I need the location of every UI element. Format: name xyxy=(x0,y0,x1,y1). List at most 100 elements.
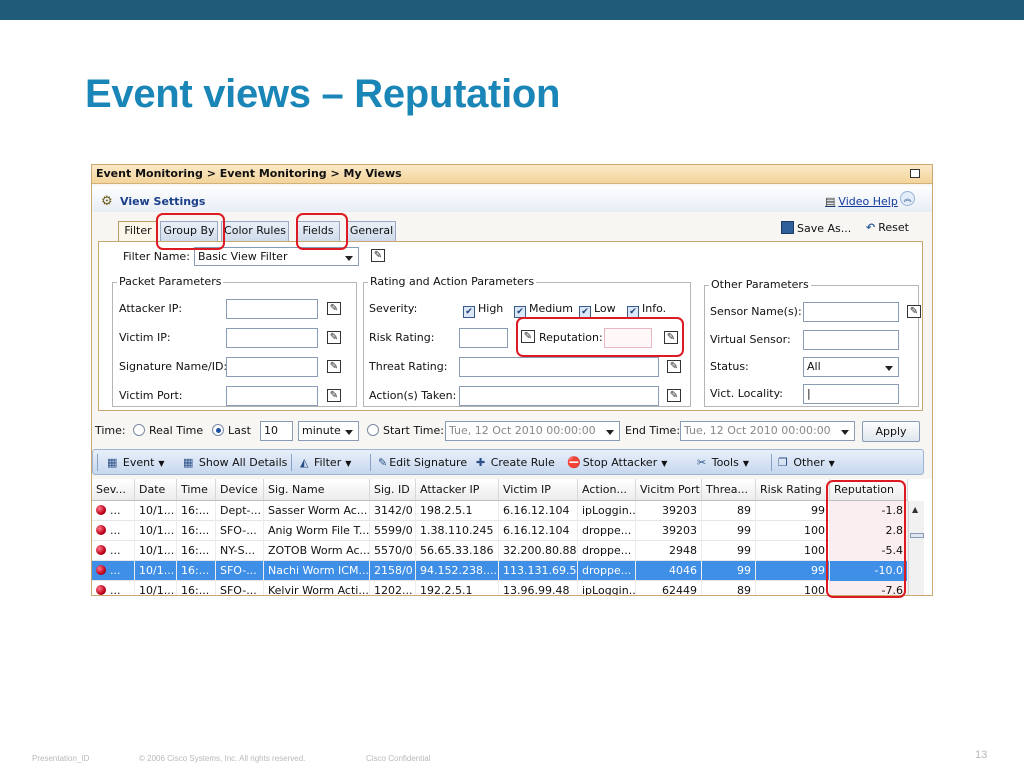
create-rule-button[interactable]: ✚ Create Rule xyxy=(476,456,555,469)
last-value-input[interactable]: 10 xyxy=(260,421,293,441)
tools-menu[interactable]: ✂ Tools ▼ xyxy=(697,456,749,469)
column-header-time[interactable]: Time xyxy=(177,479,216,501)
film-icon: ▤ xyxy=(825,195,836,208)
tab-color-rules[interactable]: Color Rules xyxy=(221,221,289,241)
column-header-date[interactable]: Date xyxy=(135,479,177,501)
table-row[interactable]: ... 10/1... 16:... SFO-... Anig Worm Fil… xyxy=(92,521,910,541)
highlight-reputation-column xyxy=(826,480,906,598)
column-header-attacker-ip[interactable]: Attacker IP xyxy=(416,479,499,501)
highlight-group-by-tab xyxy=(156,213,225,250)
view-settings-header: ⚙ View Settings ▤ Video Help ︽ xyxy=(92,186,932,212)
column-header-action[interactable]: Action... xyxy=(578,479,636,501)
time-bar: Time: Real Time Last 10 minute Start Tim… xyxy=(92,419,932,443)
victim-ip-cell: 113.131.69.5 xyxy=(499,561,578,581)
victim-port-input[interactable] xyxy=(226,386,318,406)
sensor-names-input[interactable] xyxy=(803,302,899,322)
risk-rating-input[interactable] xyxy=(459,328,508,348)
start-time-radio[interactable]: Start Time: xyxy=(367,424,444,437)
stop-attacker-menu[interactable]: ⛔ Stop Attacker ▼ xyxy=(567,456,667,469)
edit-sensor-names-icon[interactable]: ✎ xyxy=(907,305,921,318)
video-help-link[interactable]: ▤ Video Help xyxy=(825,195,898,208)
edit-signature-icon[interactable]: ✎ xyxy=(327,360,341,373)
signature-input[interactable] xyxy=(226,357,318,377)
risk-rating-cell: 100 xyxy=(756,541,830,561)
column-header-sig-name[interactable]: Sig. Name xyxy=(264,479,370,501)
column-header-device[interactable]: Device xyxy=(216,479,264,501)
footer-presentation-id: Presentation_ID xyxy=(32,754,90,763)
severity-low-checkbox[interactable]: ✔ Low xyxy=(579,302,616,318)
other-menu[interactable]: ❐ Other ▼ xyxy=(778,456,835,469)
tab-filter[interactable]: Filter xyxy=(118,221,158,242)
radio-icon xyxy=(367,424,379,436)
edit-victim-ip-icon[interactable]: ✎ xyxy=(327,331,341,344)
column-header-sig-id[interactable]: Sig. ID xyxy=(370,479,416,501)
sig-name-cell: Sasser Worm Ac... xyxy=(264,501,370,521)
threat-rating-input[interactable] xyxy=(459,357,659,377)
packet-parameters-title: Packet Parameters xyxy=(117,275,224,288)
table-row-selected[interactable]: ... 10/1... 16:... SFO-... Nachi Worm IC… xyxy=(92,561,910,581)
scroll-up-arrow-icon[interactable]: ▲ xyxy=(912,505,918,514)
collapse-icon[interactable]: ︽ xyxy=(900,191,915,206)
column-header-risk-rating[interactable]: Risk Rating xyxy=(756,479,830,501)
tab-general[interactable]: General xyxy=(347,221,396,241)
column-header-victim-port[interactable]: Vicitm Port xyxy=(636,479,702,501)
start-time-input[interactable]: Tue, 12 Oct 2010 00:00:00 xyxy=(445,421,620,441)
victim-ip-cell: 13.96.99.48 xyxy=(499,581,578,595)
edit-attacker-ip-icon[interactable]: ✎ xyxy=(327,302,341,315)
save-as-button[interactable]: Save As... xyxy=(781,221,851,235)
attacker-ip-input[interactable] xyxy=(226,299,318,319)
risk-rating-label: Risk Rating: xyxy=(369,331,435,344)
floppy-disk-icon xyxy=(781,221,794,234)
column-header-victim-ip[interactable]: Victim IP xyxy=(499,479,578,501)
vict-locality-input[interactable]: | xyxy=(803,384,899,404)
edit-signature-button[interactable]: ✎ Edit Signature xyxy=(378,456,467,469)
severity-medium-checkbox[interactable]: ✔ Medium xyxy=(514,302,573,318)
column-header-severity[interactable]: Sev... xyxy=(92,479,135,501)
attacker-ip-cell: 1.38.110.245 xyxy=(416,521,499,541)
virtual-sensor-input[interactable] xyxy=(803,330,899,350)
end-time-input[interactable]: Tue, 12 Oct 2010 00:00:00 xyxy=(680,421,855,441)
date-cell: 10/1... xyxy=(135,521,177,541)
table-row[interactable]: ... 10/1... 16:... SFO-... Kelvir Worm A… xyxy=(92,581,910,595)
column-header-threat[interactable]: Threa... xyxy=(702,479,756,501)
severity-value: ... xyxy=(110,504,121,517)
edit-actions-taken-icon[interactable]: ✎ xyxy=(667,389,681,402)
event-menu[interactable]: ▦ Event ▼ xyxy=(107,456,165,469)
status-dropdown[interactable]: All xyxy=(803,357,899,377)
edit-threat-rating-icon[interactable]: ✎ xyxy=(667,360,681,373)
edit-filter-name-icon[interactable]: ✎ xyxy=(371,249,385,262)
severity-info-checkbox[interactable]: ✔ Info. xyxy=(627,302,666,318)
checkmark-icon: ✔ xyxy=(463,306,475,318)
show-all-details-button[interactable]: ▦ Show All Details xyxy=(183,456,287,469)
reset-button[interactable]: ↶ Reset xyxy=(866,221,909,234)
threat-cell: 89 xyxy=(702,501,756,521)
event-toolbar: ▦ Event ▼ ▦ Show All Details ◭ Filter ▼ ✎ E… xyxy=(92,449,924,475)
real-time-radio[interactable]: Real Time xyxy=(133,424,203,437)
footer-confidential: Cisco Confidential xyxy=(366,754,431,763)
date-cell: 10/1... xyxy=(135,561,177,581)
table-scrollbar[interactable]: ▲ xyxy=(908,501,924,595)
severity-cell: ... xyxy=(92,561,135,581)
filter-menu[interactable]: ◭ Filter ▼ xyxy=(300,456,351,469)
victim-ip-input[interactable] xyxy=(226,328,318,348)
actions-taken-input[interactable] xyxy=(459,386,659,406)
apply-button[interactable]: Apply xyxy=(862,421,920,442)
last-radio[interactable]: Last xyxy=(212,424,251,437)
slide-title: Event views – Reputation xyxy=(85,72,561,116)
action-cell: ipLoggin... xyxy=(578,501,636,521)
edit-victim-port-icon[interactable]: ✎ xyxy=(327,389,341,402)
stop-attacker-label: Stop Attacker xyxy=(582,456,658,469)
date-cell: 10/1... xyxy=(135,501,177,521)
video-help-label: Video Help xyxy=(838,195,898,208)
high-severity-icon xyxy=(96,525,106,535)
severity-high-checkbox[interactable]: ✔ High xyxy=(463,302,503,318)
table-row[interactable]: ... 10/1... 16:... Dept-... Sasser Worm … xyxy=(92,501,910,521)
table-row[interactable]: ... 10/1... 16:... NY-S... ZOTOB Worm Ac… xyxy=(92,541,910,561)
high-severity-icon xyxy=(96,565,106,575)
device-cell: SFO-... xyxy=(216,581,264,595)
scrollbar-thumb[interactable] xyxy=(910,533,924,538)
time-unit-dropdown[interactable]: minute xyxy=(298,421,359,441)
maximize-button[interactable] xyxy=(910,169,920,178)
severity-label: Severity: xyxy=(369,302,418,315)
date-cell: 10/1... xyxy=(135,541,177,561)
